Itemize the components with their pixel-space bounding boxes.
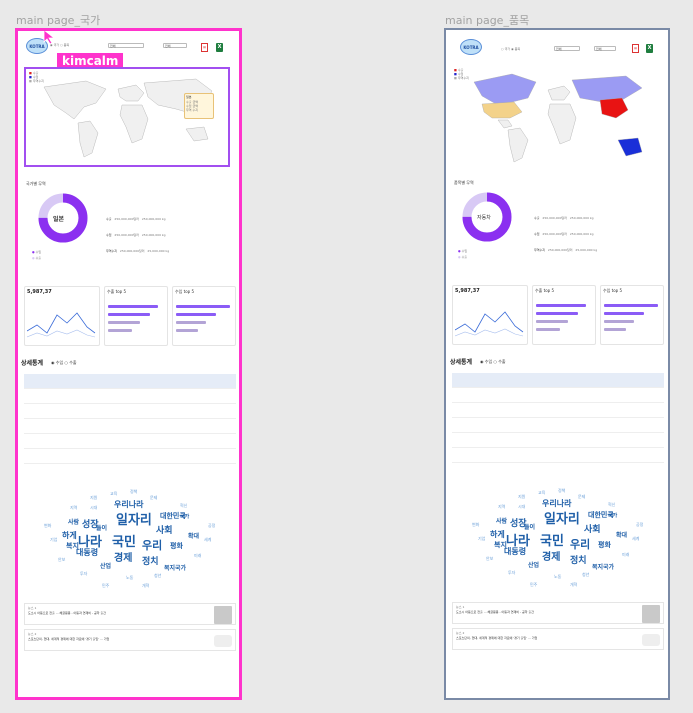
news-card-2[interactable]: 뉴스 2 스포츠단의, 현대, 세계적 경제에 대한 자료에 '경기 출입' .…: [24, 629, 236, 651]
excel-icon[interactable]: X: [646, 44, 653, 53]
detail-title: 상세통계: [21, 360, 44, 367]
excel-icon[interactable]: X: [216, 43, 223, 52]
stats-list: 수출 250,000,000달러 250,000,000 kg 수입 250,0…: [106, 217, 170, 253]
import-top5-card: 수입 top 5: [172, 286, 236, 346]
detail-radio[interactable]: ◉ 수입 ○ 수출: [51, 360, 77, 366]
frame-country: KOTRA ◉ 국가 ○ 품목 전체 전체 ▤ X kimcalm ■ 수출 ■…: [15, 28, 242, 700]
news-thumbnail: [214, 635, 232, 647]
export-top5-card: 수출 top 5: [104, 286, 168, 346]
donut-center: 자동차: [477, 215, 491, 221]
detail-table: [24, 374, 236, 464]
pdf-icon[interactable]: ▤: [632, 44, 639, 53]
cursor-icon: [43, 31, 56, 45]
news-card-2[interactable]: 뉴스 2 스포츠단의, 현대, 세계적 경제에 대한 자료에 '경기 출입' .…: [452, 628, 664, 650]
select-1[interactable]: 전체: [108, 43, 144, 48]
line-chart-card: 5,987,37: [24, 286, 100, 346]
detail-title: 상세통계: [450, 359, 473, 366]
select-2[interactable]: 전체: [163, 43, 187, 48]
line-chart-card: 5,987,37: [452, 285, 528, 345]
detail-table: [452, 373, 664, 463]
import-top5-card: 수입 top 5: [600, 285, 664, 345]
frame-title-item: main page_품목: [445, 14, 530, 27]
news-thumbnail: [214, 606, 232, 624]
news-thumbnail: [642, 634, 660, 646]
donut-legend: ● 수입 ● 수출: [458, 249, 468, 259]
logo[interactable]: KOTRA: [460, 39, 482, 55]
word-cloud: 일자리 나라 국민 우리 경제 성장 사회 대동령 정치 우리나라 대한민국 평…: [44, 489, 216, 588]
word-cloud: 일자리 나라 국민 우리 경제 성장 사회 대동령 정치 우리나라 대한민국 평…: [472, 488, 644, 587]
section-label: 국가별 무역: [26, 181, 46, 186]
frame-title-country: main page_국가: [16, 14, 101, 27]
export-top5-card: 수출 top 5: [532, 285, 596, 345]
frame-item: KOTRA ○ 국가 ◉ 품목 전체 전체 ▤ X ■ 수출 ■ 수입 ■ 무역…: [444, 28, 670, 700]
section-label: 품목별 무역: [454, 180, 474, 185]
news-card-1[interactable]: 뉴스 1 도소시 아동으로 전출 ... 헤글몽몽 - 아동과 연재비 - 공학…: [452, 602, 664, 624]
world-map[interactable]: ■ 수출 ■ 수입 ■ 무역수지 일본 수출 금액 수입 금액 무역 수지: [24, 67, 230, 167]
donut-legend: ● 수입 ● 수출: [32, 250, 42, 260]
world-map[interactable]: ■ 수출 ■ 수입 ■ 무역수지: [452, 68, 664, 168]
pdf-icon[interactable]: ▤: [201, 43, 208, 52]
map-shapes: [473, 73, 643, 163]
select-1[interactable]: 전체: [554, 46, 580, 51]
map-legend: ■ 수출 ■ 수입 ■ 무역수지: [29, 71, 44, 83]
news-thumbnail: [642, 605, 660, 623]
map-popup: 일본 수출 금액 수입 금액 무역 수지: [184, 93, 214, 119]
map-legend: ■ 수출 ■ 수입 ■ 무역수지: [454, 68, 469, 80]
line-chart: [27, 312, 96, 338]
stats-list: 수출 250,000,000달러 250,000,000 kg 수입 250,0…: [534, 216, 598, 252]
news-card-1[interactable]: 뉴스 1 도소시 아동으로 전출 ... 헤글몽몽 - 아동과 연재비 - 공학…: [24, 603, 236, 625]
line-chart: [455, 311, 524, 337]
toggle-item[interactable]: ○ 국가 ◉ 품목: [501, 47, 520, 51]
detail-radio[interactable]: ◉ 수입 ○ 수출: [480, 359, 506, 365]
select-2[interactable]: 전체: [594, 46, 616, 51]
donut-center: 일본: [53, 216, 65, 223]
